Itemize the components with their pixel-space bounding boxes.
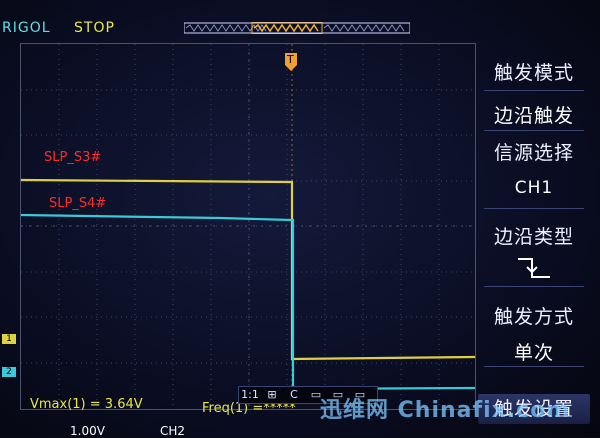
oscilloscope-screen: RIGOL STOP T SLP_S3# SLP_S4# 1 2 触发模式 边沿… [0, 0, 600, 438]
waveform-grid [20, 43, 476, 410]
grid-icon: ⊞ [267, 388, 277, 401]
menu-divider [484, 286, 584, 287]
menu-source-select[interactable]: 信源选择 [478, 138, 590, 165]
menu-divider [484, 90, 584, 91]
ratio-icon: 1:1 [241, 388, 259, 401]
vmax-measurement: Vmax(1) = 3.64V [30, 397, 143, 412]
ch1-marker: 1 [2, 334, 16, 344]
menu-sweep-value[interactable]: 单次 [478, 338, 590, 365]
menu-title: 触发模式 [493, 62, 574, 84]
menu-edge-trigger[interactable]: 边沿触发 [478, 101, 590, 128]
menu-source-value[interactable]: CH1 [478, 178, 590, 198]
run-state-label: STOP [74, 20, 115, 36]
menu-divider [484, 130, 584, 131]
brand-label: RIGOL [2, 20, 51, 36]
ch2-scale: CH2 [160, 424, 186, 438]
menu-divider [484, 366, 584, 367]
ch1-scale: 1.00V [70, 424, 105, 438]
memory-depth-bar [184, 22, 410, 34]
menu-sweep-mode[interactable]: 触发方式 [478, 302, 590, 329]
menu-edge-type[interactable]: 边沿类型 [478, 222, 590, 249]
trigger-marker-label: T [287, 53, 294, 66]
trigger-menu: 触发模式 边沿触发 信源选择 CH1 边沿类型 触发方式 单次 触发设置 [478, 50, 590, 437]
coupling-icon: C [290, 388, 298, 401]
grid-svg [20, 44, 476, 409]
top-status-bar: RIGOL STOP [0, 16, 600, 40]
menu-divider [484, 208, 584, 209]
falling-edge-icon [518, 258, 550, 278]
watermark-logo: 迅维网 Chinafix.com [320, 398, 571, 423]
ch2-trace-label: SLP_S4# [49, 196, 107, 211]
ch2-marker: 2 [2, 367, 16, 377]
ch1-trace-label: SLP_S3# [44, 150, 102, 165]
